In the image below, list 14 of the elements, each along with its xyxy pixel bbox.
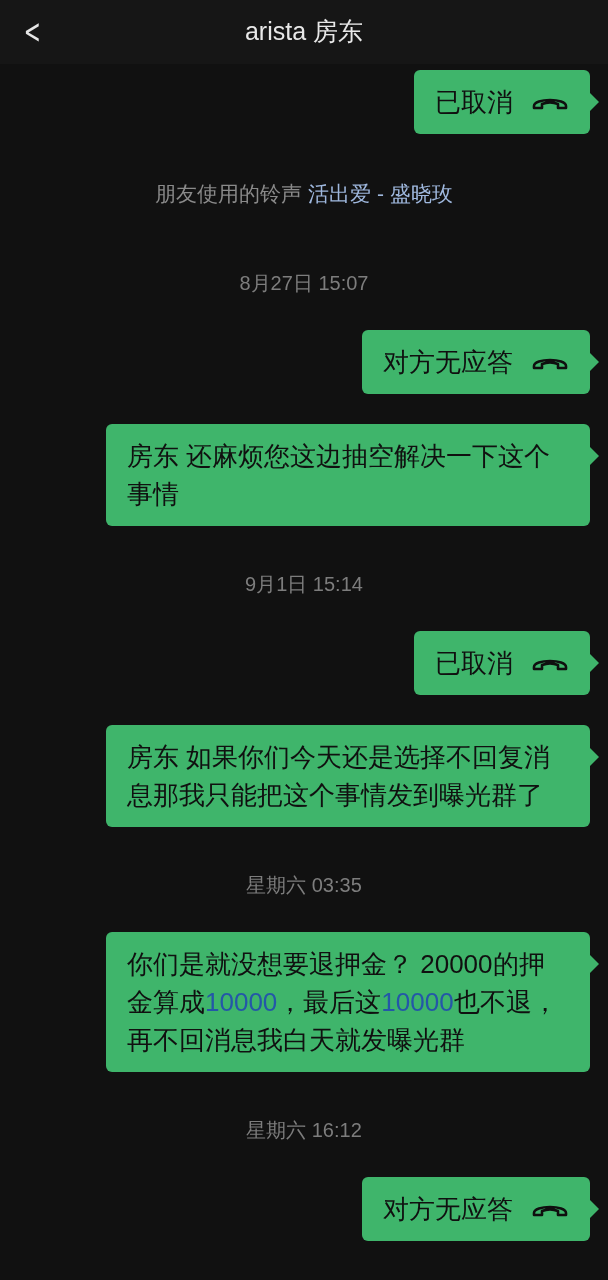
message-text: 你们是就没想要退押金？ 20000的押金算成10000，最后这10000也不退，再不回消息我白天就发曝光群 — [127, 948, 559, 1057]
call-status: 对方无应答 — [383, 1193, 513, 1226]
call-status: 已取消 — [435, 647, 513, 680]
call-status: 对方无应答 — [383, 346, 513, 379]
timestamp: 星期六 16:12 — [246, 1118, 362, 1143]
timestamp: 9月1日 15:14 — [245, 572, 363, 597]
message-text: 房东 还麻烦您这边抽空解决一下这个事情 — [127, 440, 552, 511]
message-text: 房东 如果你们今天还是选择不回复消息那我只能把这个事情发到曝光群了 — [127, 741, 552, 812]
back-button[interactable]: < — [23, 12, 41, 50]
chat-title: arista 房东 — [244, 16, 364, 48]
timestamp: 8月27日 15:07 — [239, 271, 369, 296]
ringtone-notice: 朋友使用的铃声 活出爱 - 盛晓玫 — [155, 181, 453, 207]
timestamp: 星期六 03:35 — [246, 873, 362, 898]
call-status: 已取消 — [435, 86, 513, 119]
